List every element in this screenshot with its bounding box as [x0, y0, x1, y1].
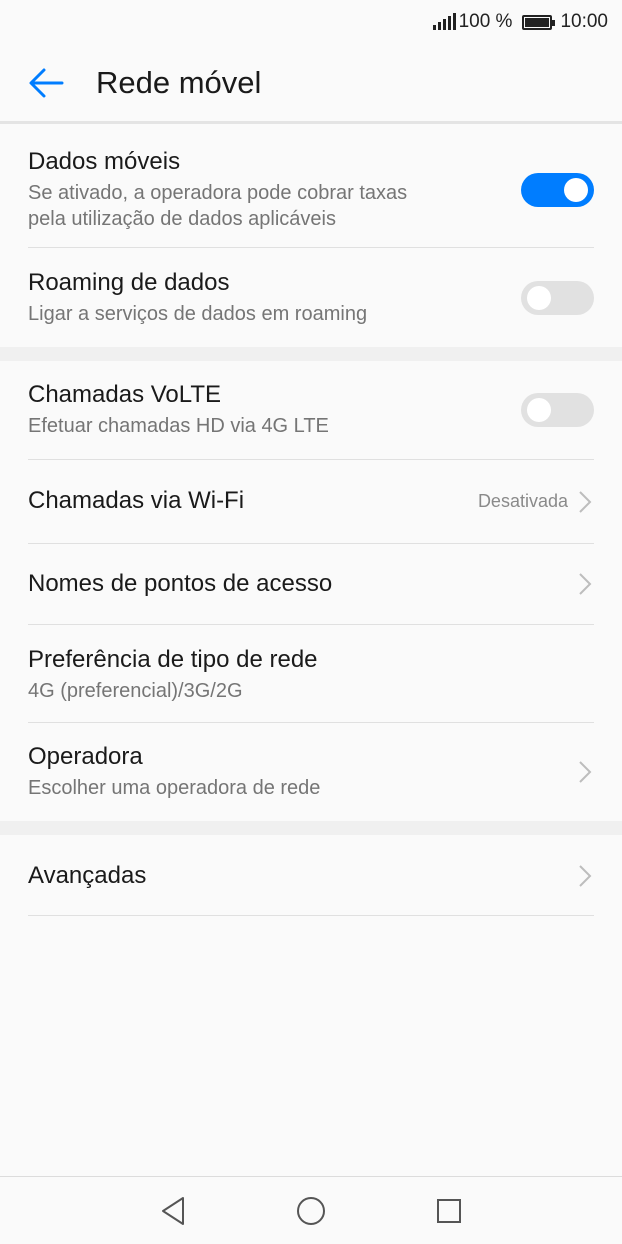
wifi-calling-row[interactable]: Chamadas via Wi-Fi Desativada	[28, 460, 594, 543]
battery-icon	[522, 14, 556, 30]
chevron-right-icon	[579, 865, 592, 887]
network-type-row[interactable]: Preferência de tipo de rede 4G (preferen…	[28, 630, 594, 720]
volte-row[interactable]: Chamadas VoLTE Efetuar chamadas HD via 4…	[28, 368, 594, 452]
app-bar: Rede móvel	[0, 44, 622, 122]
signal-icon	[432, 13, 456, 30]
data-roaming-row[interactable]: Roaming de dados Ligar a serviços de dad…	[28, 256, 594, 340]
apn-title: Nomes de pontos de acesso	[28, 569, 333, 597]
operator-title: Operadora	[28, 742, 143, 770]
divider	[28, 722, 594, 723]
advanced-row[interactable]: Avançadas	[28, 836, 594, 916]
data-roaming-toggle[interactable]	[521, 281, 594, 315]
nav-home-button[interactable]	[291, 1191, 331, 1231]
data-roaming-subtitle: Ligar a serviços de dados em roaming	[28, 303, 368, 326]
wifi-calling-title: Chamadas via Wi-Fi	[28, 487, 245, 515]
data-roaming-title: Roaming de dados	[28, 268, 230, 296]
network-type-subtitle: 4G (preferencial)/3G/2G	[28, 680, 243, 703]
advanced-title: Avançadas	[28, 861, 147, 889]
page-title: Rede móvel	[96, 65, 262, 100]
chevron-right-icon	[579, 761, 592, 783]
battery-percentage: 100 %	[458, 11, 513, 32]
status-bar: 100 % 10:00	[0, 0, 622, 44]
operator-subtitle: Escolher uma operadora de rede	[28, 777, 321, 800]
chevron-right-icon	[579, 573, 592, 595]
apn-row[interactable]: Nomes de pontos de acesso	[28, 544, 594, 624]
mobile-data-title: Dados móveis	[28, 147, 181, 175]
home-circle-icon	[297, 1196, 325, 1225]
nav-recents-button[interactable]	[429, 1191, 469, 1231]
arrow-left-icon	[29, 68, 64, 98]
mobile-data-toggle[interactable]	[521, 173, 594, 207]
volte-toggle[interactable]	[521, 393, 594, 427]
back-triangle-icon	[162, 1196, 184, 1225]
wifi-calling-value: Desativada	[477, 491, 568, 511]
mobile-data-row[interactable]: Dados móveis Se ativado, a operadora pod…	[28, 140, 594, 240]
mobile-data-subtitle: Se ativado, a operadora pode cobrar taxa…	[28, 182, 408, 231]
back-button[interactable]	[0, 44, 96, 122]
divider	[28, 624, 594, 625]
recents-square-icon	[437, 1198, 461, 1223]
nav-back-button[interactable]	[153, 1191, 193, 1231]
volte-title: Chamadas VoLTE	[28, 380, 221, 408]
operator-row[interactable]: Operadora Escolher uma operadora de rede	[28, 728, 594, 816]
clock: 10:00	[560, 11, 608, 32]
divider	[28, 247, 594, 248]
volte-subtitle: Efetuar chamadas HD via 4G LTE	[28, 415, 329, 438]
section-gap	[0, 347, 622, 361]
section-gap	[0, 821, 622, 835]
network-type-title: Preferência de tipo de rede	[28, 645, 318, 673]
navigation-bar	[0, 1176, 622, 1244]
divider	[28, 915, 594, 916]
chevron-right-icon	[579, 490, 592, 513]
header-divider	[0, 121, 622, 124]
